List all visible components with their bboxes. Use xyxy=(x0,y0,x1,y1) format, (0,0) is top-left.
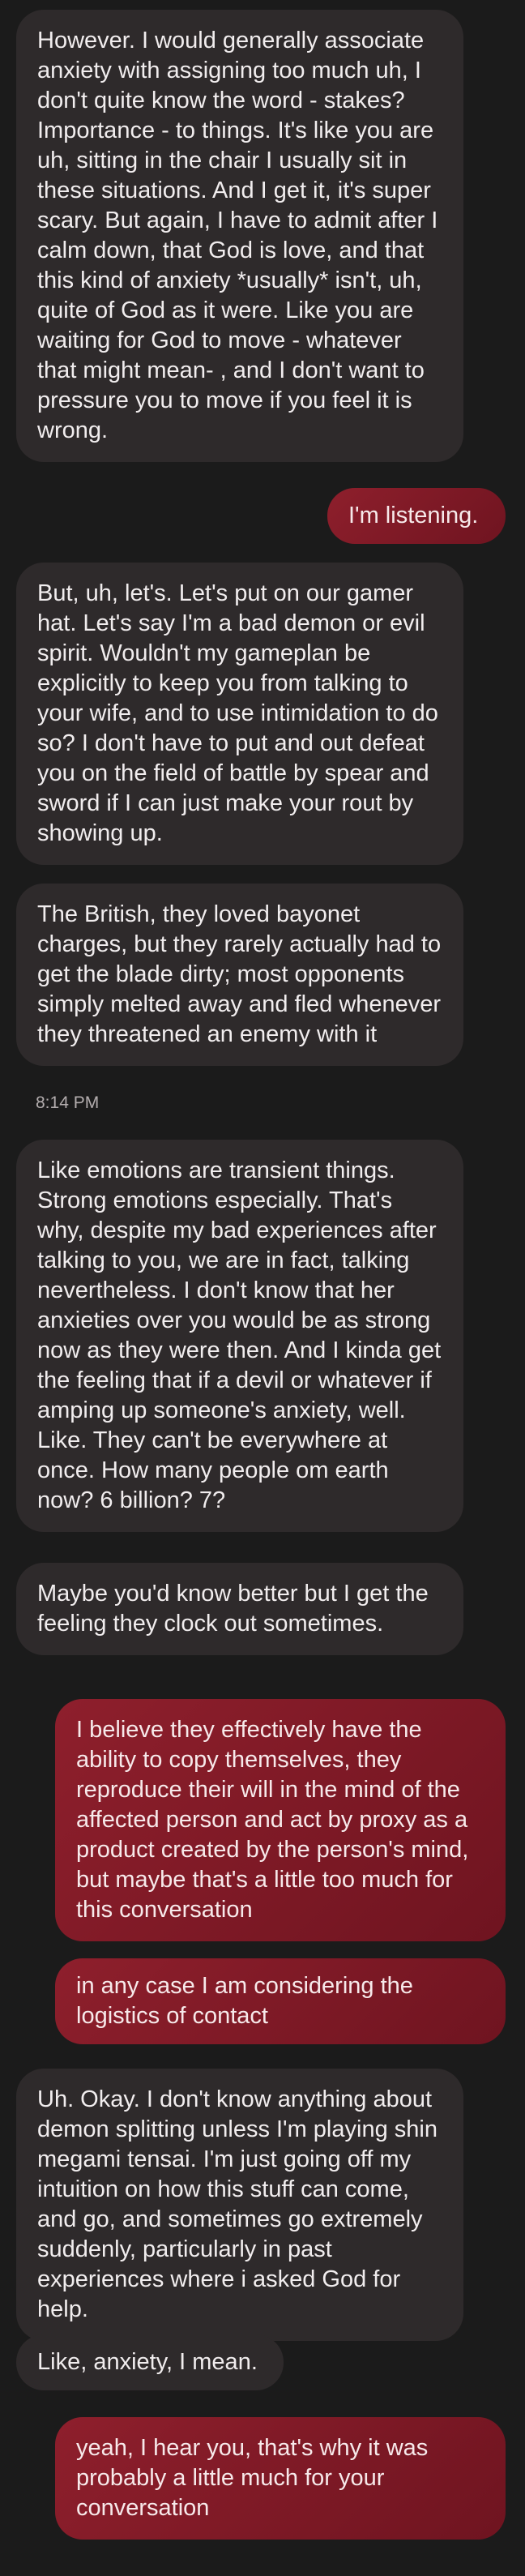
outgoing-message-bubble[interactable]: I'm listening. xyxy=(327,488,506,544)
incoming-message-bubble[interactable]: The British, they loved bayonet charges,… xyxy=(16,884,463,1066)
incoming-message-bubble[interactable]: But, uh, let's. Let's put on our gamer h… xyxy=(16,563,463,865)
message-thread-screen: { "messages": [ { "direction": "incoming… xyxy=(0,0,525,2576)
outgoing-message-bubble[interactable]: I believe they effectively have the abil… xyxy=(55,1699,506,1941)
incoming-message-bubble[interactable]: Uh. Okay. I don't know anything about de… xyxy=(16,2069,463,2341)
message-timestamp: 8:14 PM xyxy=(36,1093,100,1112)
incoming-message-bubble[interactable]: However. I would generally associate anx… xyxy=(16,10,463,462)
outgoing-message-bubble[interactable]: in any case I am considering the logisti… xyxy=(55,1958,506,2044)
incoming-message-bubble[interactable]: Maybe you'd know better but I get the fe… xyxy=(16,1563,463,1655)
incoming-message-bubble[interactable]: Like emotions are transient things. Stro… xyxy=(16,1140,463,1532)
outgoing-message-bubble[interactable]: yeah, I hear you, that's why it was prob… xyxy=(55,2417,506,2540)
incoming-message-bubble[interactable]: Like, anxiety, I mean. xyxy=(16,2334,284,2390)
